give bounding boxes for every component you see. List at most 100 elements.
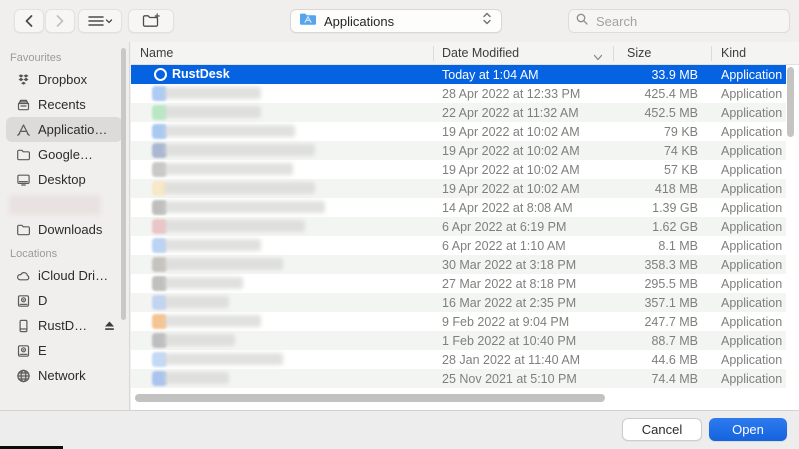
sidebar-item-label: Desktop (38, 172, 86, 187)
file-row[interactable]: 6 Apr 2022 at 6:19 PM1.62 GBApplication (131, 217, 786, 236)
sidebar-item-icloud[interactable]: iCloud Dri… (6, 263, 122, 288)
list-view-icon (87, 14, 113, 28)
sidebar-item-redacted[interactable] (9, 195, 101, 215)
file-row[interactable]: 27 Mar 2022 at 8:18 PM295.5 MBApplicatio… (131, 274, 786, 293)
file-date-modified: 9 Feb 2022 at 9:04 PM (442, 315, 569, 329)
sidebar-item-label: RustD… (38, 318, 87, 333)
eject-icon[interactable] (103, 319, 116, 337)
file-kind: Application (721, 87, 783, 101)
redacted-file-name (165, 182, 315, 194)
file-row[interactable]: 16 Mar 2022 at 2:35 PM357.1 MB Applicatio… (131, 293, 786, 312)
redacted-file-name (165, 106, 261, 118)
file-date-modified: 19 Apr 2022 at 10:02 AM (442, 125, 580, 139)
file-size: 44.6 MB (561, 353, 698, 367)
file-row[interactable]: 19 Apr 2022 at 10:02 AM79 KBApplication (131, 122, 786, 141)
file-kind: Application (721, 258, 783, 272)
redacted-file-name (165, 87, 261, 99)
desktop-icon (14, 171, 32, 189)
disk-icon (14, 342, 32, 360)
search-icon (575, 12, 589, 31)
redacted-file-name (165, 220, 305, 232)
sidebar-item-applications[interactable]: Applicatio… (6, 117, 122, 142)
dialog-footer: Cancel Open (0, 410, 799, 449)
view-options-button[interactable] (78, 9, 122, 33)
file-row[interactable]: 19 Apr 2022 at 10:02 AM74 KBApplication (131, 141, 786, 160)
file-kind: Application (721, 315, 783, 329)
globe-icon (14, 367, 32, 385)
chevron-left-icon (23, 14, 35, 28)
sidebar-item-drive-e[interactable]: E (6, 338, 122, 363)
sidebar: FavouritesDropboxRecentsApplicatio…Googl… (0, 42, 130, 410)
sidebar-item-desktop[interactable]: Desktop (6, 167, 122, 192)
file-size: 74 KB (561, 144, 698, 158)
file-row[interactable]: 19 Apr 2022 at 10:02 AM57 KBApplication (131, 160, 786, 179)
file-row[interactable]: 22 Apr 2022 at 11:32 AM452.5 MBApplicati… (131, 103, 786, 122)
file-size: 358.3 MB (561, 258, 698, 272)
file-kind: Application (721, 144, 783, 158)
file-row[interactable]: 30 Mar 2022 at 3:18 PM358.3 MBApplicatio… (131, 255, 786, 274)
file-date-modified: 22 Apr 2022 at 11:32 AM (442, 106, 579, 120)
file-row[interactable]: 6 Apr 2022 at 1:10 AM8.1 MBApplication (131, 236, 786, 255)
back-button[interactable] (14, 9, 44, 33)
column-separator (613, 46, 614, 61)
file-row[interactable]: 1 Feb 2022 at 10:40 PM88.7 MBApplication (131, 331, 786, 350)
file-date-modified: 27 Mar 2022 at 8:18 PM (442, 277, 576, 291)
file-kind: Application (721, 296, 783, 310)
column-header-kind[interactable]: Kind (721, 46, 746, 60)
sidebar-scrollbar-thumb[interactable] (121, 48, 126, 320)
redacted-file-name (165, 353, 283, 365)
location-popup-button[interactable]: Applications (290, 9, 502, 33)
redacted-file-name (165, 239, 261, 251)
extdisk-icon (14, 317, 32, 335)
column-header-date-modified[interactable]: Date Modified (442, 46, 519, 60)
file-date-modified: 6 Apr 2022 at 6:19 PM (442, 220, 566, 234)
sidebar-section-title-locations: Locations (0, 242, 129, 263)
redacted-file-name (165, 144, 315, 156)
file-row[interactable]: 9 Feb 2022 at 9:04 PM247.7 MBApplication (131, 312, 786, 331)
file-row[interactable]: 19 Apr 2022 at 10:02 AM418 MBApplication (131, 179, 786, 198)
dropbox-icon (14, 71, 32, 89)
search-field[interactable] (568, 9, 790, 33)
file-kind: Application (721, 201, 783, 215)
file-row[interactable]: 14 Apr 2022 at 8:08 AM1.39 GBApplication (131, 198, 786, 217)
file-kind: Application (721, 68, 783, 82)
sidebar-item-dropbox[interactable]: Dropbox (6, 67, 122, 92)
forward-button[interactable] (45, 9, 75, 33)
sidebar-item-label: D (38, 293, 47, 308)
file-table: Name Date Modified Size Kind RustDeskTod… (131, 42, 799, 410)
file-size: 33.9 MB (561, 68, 698, 82)
file-size: 57 KB (561, 163, 698, 177)
redacted-file-name (165, 277, 243, 289)
search-input[interactable] (594, 13, 768, 30)
vertical-scrollbar-thumb[interactable] (787, 67, 794, 137)
sidebar-item-drive-d[interactable]: D (6, 288, 122, 313)
file-row[interactable]: 28 Apr 2022 at 12:33 PM425.4 MBApplicati… (131, 84, 786, 103)
file-row[interactable]: 25 Nov 2021 at 5:10 PM74.4 MBApplication (131, 369, 786, 388)
sidebar-item-recents[interactable]: Recents (6, 92, 122, 117)
sidebar-item-label: Downloads (38, 222, 102, 237)
toolbar: Applications (0, 0, 799, 42)
file-kind: Application (721, 182, 783, 196)
file-row-selected[interactable]: RustDeskToday at 1:04 AM33.9 MBApplicati… (131, 65, 786, 84)
sidebar-item-downloads[interactable]: Downloads (6, 217, 122, 242)
sidebar-item-label: iCloud Dri… (38, 268, 108, 283)
sidebar-item-google[interactable]: Google… (6, 142, 122, 167)
sidebar-item-rustdesk-volume[interactable]: RustD… (6, 313, 122, 338)
column-header-size[interactable]: Size (627, 46, 651, 60)
new-folder-icon (141, 13, 161, 29)
file-size: 357.1 MB (561, 296, 698, 310)
file-row[interactable]: 28 Jan 2022 at 11:40 AM44.6 MBApplicatio… (131, 350, 786, 369)
sidebar-item-label: Recents (38, 97, 86, 112)
sidebar-item-network[interactable]: Network (6, 363, 122, 388)
disk-icon (14, 292, 32, 310)
up-down-chevrons-icon (481, 11, 493, 31)
redacted-file-name (165, 372, 229, 384)
file-date-modified: 16 Mar 2022 at 2:35 PM (442, 296, 576, 310)
cancel-button[interactable]: Cancel (622, 418, 702, 441)
column-header-name[interactable]: Name (140, 46, 173, 60)
cloud-icon (14, 267, 32, 285)
horizontal-scrollbar-thumb[interactable] (135, 394, 605, 402)
new-folder-button[interactable] (128, 9, 174, 33)
open-button[interactable]: Open (709, 418, 787, 441)
file-kind: Application (721, 106, 783, 120)
